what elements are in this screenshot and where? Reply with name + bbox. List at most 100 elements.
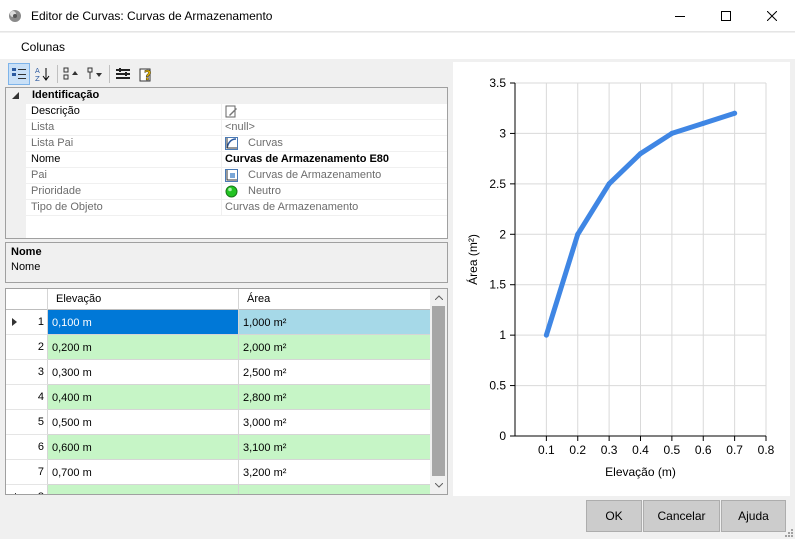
property-value-text: Curvas de Armazenamento E80 — [225, 153, 390, 165]
property-toolbar: A Z ? — [4, 60, 448, 87]
categorized-icon — [12, 68, 26, 79]
chevron-up-icon — [434, 295, 443, 300]
maximize-button[interactable] — [703, 0, 749, 32]
svg-text:?: ? — [144, 69, 152, 82]
help-dialog-button[interactable]: Ajuda — [721, 500, 786, 532]
table-row[interactable]: 7 0,700 m 3,200 m² — [6, 460, 432, 485]
property-name: Lista — [31, 121, 55, 133]
property-row-lista-pai[interactable]: Lista Pai Curvas — [26, 136, 447, 152]
scroll-thumb[interactable] — [432, 306, 445, 476]
data-point — [543, 332, 549, 338]
resize-grip-icon[interactable] — [783, 527, 793, 537]
app-icon — [9, 10, 21, 22]
cell-area[interactable]: 2,800 m² — [239, 385, 432, 410]
minimize-button[interactable] — [657, 0, 703, 32]
property-value[interactable]: <null> — [221, 120, 447, 136]
property-value[interactable]: Neutro — [221, 184, 447, 200]
row-number: 6 — [37, 441, 44, 453]
alphabetical-button[interactable]: A Z — [32, 63, 54, 85]
cell-area[interactable]: 2,500 m² — [239, 360, 432, 385]
row-header[interactable]: 1 — [6, 310, 48, 335]
cell-area[interactable]: 3,200 m² — [239, 460, 432, 485]
row-header[interactable]: 6 — [6, 435, 48, 460]
collapse-button[interactable] — [84, 63, 106, 85]
property-value[interactable]: Curvas — [221, 136, 447, 152]
y-tick-label: 0.5 — [489, 379, 506, 393]
property-value-text: Curvas — [248, 137, 283, 149]
property-value[interactable]: Curvas de Armazenamento E80 — [221, 152, 447, 168]
property-row-pai[interactable]: Pai Curvas de Armazenamento — [26, 168, 447, 184]
cell-elevacao[interactable]: 0,500 m — [48, 410, 239, 435]
cell-area[interactable]: 3,100 m² — [239, 435, 432, 460]
y-tick-label: 3 — [499, 126, 506, 140]
cell-elevacao[interactable]: 0,600 m — [48, 435, 239, 460]
property-name: Descrição — [31, 105, 80, 117]
cell-area[interactable]: 3,000 m² — [239, 410, 432, 435]
scroll-down-arrow[interactable] — [430, 477, 447, 494]
property-value[interactable] — [221, 104, 447, 120]
x-tick-label: 0.4 — [632, 443, 649, 457]
row-number: 4 — [37, 391, 44, 403]
property-row-descricao[interactable]: Descrição — [26, 104, 447, 120]
y-tick-label: 0 — [499, 429, 506, 443]
cell-area[interactable] — [239, 485, 432, 494]
table-row[interactable]: 2 0,200 m 2,000 m² — [6, 335, 432, 360]
table-row[interactable]: 4 0,400 m 2,800 m² — [6, 385, 432, 410]
row-header-corner[interactable] — [6, 289, 48, 310]
category-identificacao[interactable]: Identificação — [6, 88, 447, 104]
cell-elevacao[interactable]: 0,400 m — [48, 385, 239, 410]
properties-button[interactable] — [112, 63, 134, 85]
row-header[interactable]: 3 — [6, 360, 48, 385]
table-row[interactable]: 5 0,500 m 3,000 m² — [6, 410, 432, 435]
expand-button[interactable] — [60, 63, 82, 85]
cell-area[interactable]: 2,000 m² — [239, 335, 432, 360]
ok-button[interactable]: OK — [586, 500, 642, 532]
column-header-elevacao[interactable]: Elevação — [48, 289, 239, 310]
property-row-tipo-objeto[interactable]: Tipo de Objeto Curvas de Armazenamento — [26, 200, 447, 216]
cancel-button[interactable]: Cancelar — [643, 500, 720, 532]
vertical-scrollbar[interactable] — [430, 289, 447, 494]
property-value[interactable]: Curvas de Armazenamento — [221, 200, 447, 216]
row-number: 5 — [37, 416, 44, 428]
storage-curve-icon — [225, 169, 238, 182]
column-header-area[interactable]: Área — [239, 289, 432, 310]
row-number: 3 — [37, 366, 44, 378]
cell-area[interactable]: 1,000 m² — [239, 310, 432, 335]
property-value[interactable]: Curvas de Armazenamento — [221, 168, 447, 184]
row-header[interactable]: 2 — [6, 335, 48, 360]
window-title: Editor de Curvas: Curvas de Armazenament… — [31, 9, 273, 23]
cell-elevacao[interactable]: 0,700 m — [48, 460, 239, 485]
help-button[interactable]: ? — [136, 63, 158, 85]
curve-data-table: Elevação Área 1 0,100 m 1,000 m² 2 0,200 m 2,… — [5, 288, 448, 495]
row-number: 7 — [37, 466, 44, 478]
scroll-up-arrow[interactable] — [430, 289, 447, 306]
table-row[interactable]: 1 0,100 m 1,000 m² — [6, 310, 432, 335]
categorized-button[interactable] — [8, 63, 30, 85]
data-point — [732, 110, 738, 116]
y-axis-label: Área (m²) — [465, 234, 480, 285]
curves-icon — [225, 137, 238, 150]
toolbar-separator — [57, 65, 58, 83]
collapse-caret-icon[interactable] — [12, 92, 20, 100]
cell-elevacao[interactable] — [48, 485, 239, 494]
property-row-prioridade[interactable]: Prioridade Neutro — [26, 184, 447, 200]
row-header[interactable]: 7 — [6, 460, 48, 485]
data-point — [575, 231, 581, 237]
menu-colunas[interactable]: Colunas — [21, 40, 65, 54]
new-row[interactable]: 8 — [6, 485, 432, 494]
property-row-lista[interactable]: Lista <null> — [26, 120, 447, 136]
property-row-nome[interactable]: Nome Curvas de Armazenamento E80 — [26, 152, 447, 168]
property-name: Lista Pai — [31, 137, 74, 149]
cell-elevacao[interactable]: 0,100 m — [48, 310, 239, 335]
row-header[interactable]: 8 — [6, 485, 48, 494]
cell-elevacao[interactable]: 0,300 m — [48, 360, 239, 385]
data-point — [700, 120, 706, 126]
table-row[interactable]: 6 0,600 m 3,100 m² — [6, 435, 432, 460]
row-header[interactable]: 5 — [6, 410, 48, 435]
row-header[interactable]: 4 — [6, 385, 48, 410]
cell-elevacao[interactable]: 0,200 m — [48, 335, 239, 360]
table-row[interactable]: 3 0,300 m 2,500 m² — [6, 360, 432, 385]
close-button[interactable] — [749, 0, 795, 32]
x-tick-label: 0.5 — [664, 443, 681, 457]
edit-icon[interactable] — [225, 105, 238, 118]
